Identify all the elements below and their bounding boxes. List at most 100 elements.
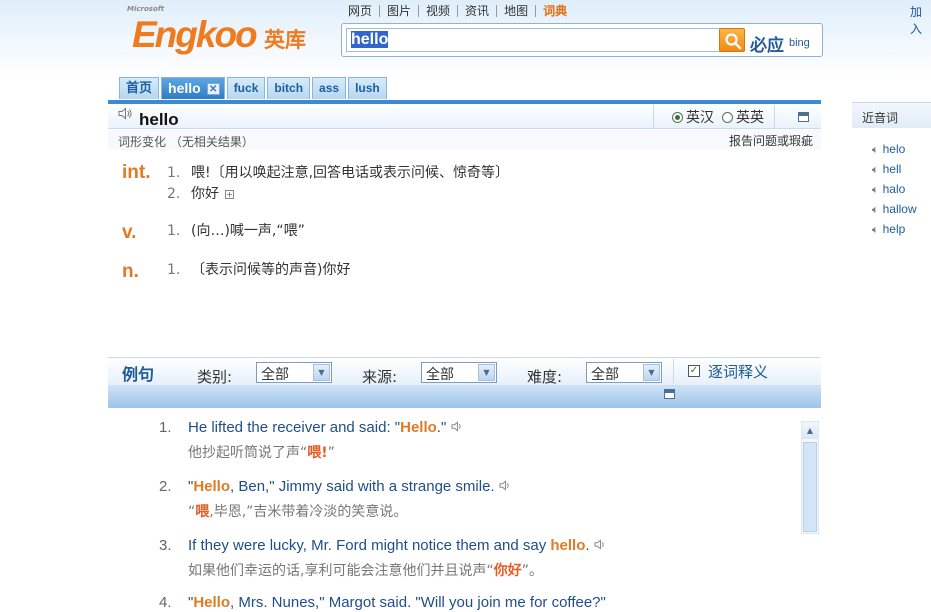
speaker-icon[interactable]: 🔈︎ [872,144,879,157]
similar-word-label[interactable]: halo [883,182,906,196]
speaker-icon[interactable]: 🔈︎ [872,184,879,197]
sense-text: 你好 [191,186,219,202]
radio-en-en[interactable] [722,111,733,123]
sentence-number: 2. [159,478,172,495]
nav-web[interactable]: 网页 [348,5,379,17]
sense-row: 1. 喂!〔用以唤起注意,回答电话或表示问候、惊奇等〕 [167,162,509,182]
sense-text: 〔表示问候等的声音)你好 [191,262,351,278]
nav-dictionary[interactable]: 词典 [535,5,574,17]
radio-en-en-label[interactable]: 英英 [736,107,764,127]
collapse-icon[interactable] [664,389,675,399]
similar-word-label[interactable]: help [883,222,906,236]
tab-history-4[interactable]: lush [348,77,387,99]
similar-word-label[interactable]: helo [883,142,906,156]
word-by-word-toggle[interactable]: ✓ 逐词释义 [673,359,768,383]
tab-history-1[interactable]: fuck [226,77,266,99]
pos-noun: n. [122,261,139,282]
examples-scrollbar[interactable]: ▲ [801,421,819,534]
nav-video[interactable]: 视频 [418,5,457,17]
sentence-text: ” [327,445,335,461]
chevron-down-icon[interactable]: ▼ [313,364,330,381]
sentence-highlight: 你好 [493,563,522,579]
dictionary-mode-selector: 英汉 英英 [653,105,775,129]
similar-word-label[interactable]: hell [883,162,902,176]
sentence-text: , Ben," Jimmy said with a strange smile. [230,478,495,495]
sentence-text: 他抄起听筒说了声“ [188,445,308,461]
filter-difficulty-value: 全部 [591,367,619,383]
sentence-cn: “喂,毕恩,”吉米带着冷淡的笑意说。 [188,501,407,521]
microsoft-label: Microsoft [127,5,165,13]
report-link[interactable]: 报告问题或瑕疵 [729,132,813,149]
pos-interjection: int. [122,162,151,183]
tab-hello-label: hello [168,80,201,96]
radio-en-cn[interactable] [672,111,683,123]
top-nav: 网页 图片 视频 资讯 地图 词典 [348,5,574,17]
scrollbar-thumb[interactable] [803,442,817,532]
tab-home[interactable]: 首页 [119,77,160,99]
word-bar: hello 英汉 英英 [108,104,821,129]
sentence-text: 如果他们幸运的话,享利可能会注意他们并且说声“ [188,563,494,579]
sentence-text: ”。 [521,563,543,579]
filter-source-value: 全部 [426,367,454,383]
sentence-text: ,毕恩,”吉米带着冷淡的笑意说。 [209,504,408,520]
example-sentence: 3. If they were lucky, Mr. Ford might not… [159,537,606,579]
search-input[interactable]: hello [346,28,721,52]
similar-word-label[interactable]: hallow [883,202,917,216]
radio-en-cn-label[interactable]: 英汉 [686,107,714,127]
sense-number: 1. [167,165,181,181]
search-input-selected-text: hello [351,31,389,48]
sentence-en: "Hello, Ben," Jimmy said with a strange … [188,478,495,495]
checkbox[interactable]: ✓ [688,365,700,377]
sentence-cn: 他抄起听筒说了声“喂!” [188,442,335,462]
similar-word-item[interactable]: 🔈︎ hell [872,162,901,177]
speaker-icon[interactable] [594,539,606,553]
expand-icon[interactable]: + [225,190,234,199]
similar-word-item[interactable]: 🔈︎ helo [872,142,905,157]
similar-sounding-panel: 近音词 🔈︎ helo 🔈︎ hell 🔈︎ halo 🔈︎ hallow 🔈︎ help [852,102,931,236]
engkoo-logo-cn[interactable]: 英库 [264,24,306,54]
search-icon [725,33,742,50]
speaker-icon[interactable]: 🔈︎ [872,224,879,237]
sense-row: 2. 你好 + [167,183,234,203]
speaker-icon[interactable] [118,107,132,123]
filter-category-label: 类别: [197,368,233,386]
sentence-highlight: Hello [193,478,231,495]
sense-number: 2. [167,186,181,202]
tab-hello[interactable]: hello ✕ [161,77,225,99]
speaker-icon[interactable]: 🔈︎ [872,164,879,177]
chevron-down-icon[interactable]: ▼ [643,364,660,381]
tab-history-3[interactable]: ass [312,77,347,99]
scroll-up-icon[interactable]: ▲ [802,422,818,439]
pos-verb: v. [122,222,137,243]
similar-word-item[interactable]: 🔈︎ halo [872,182,905,197]
filter-category-select[interactable]: 全部 ▼ [256,362,332,383]
headword: hello [139,110,179,129]
filter-difficulty-select[interactable]: 全部 ▼ [586,362,662,383]
speaker-icon[interactable]: 🔈︎ [872,204,879,217]
sentence-text: If they were lucky, Mr. Ford might notic… [188,537,551,554]
similar-word-item[interactable]: 🔈︎ hallow [872,202,917,217]
search-button[interactable] [719,28,745,52]
nav-images[interactable]: 图片 [379,5,418,17]
engkoo-logo[interactable]: Engkoo [132,14,258,56]
examples-collapse-bar [108,385,821,408]
nav-news[interactable]: 资讯 [457,5,496,17]
speaker-icon[interactable] [451,421,463,435]
sentence-cn: 如果他们幸运的话,享利可能会注意他们并且说声“你好”。 [188,560,543,580]
sentence-highlight: 喂! [307,445,328,461]
filter-source-select[interactable]: 全部 ▼ [421,362,497,383]
chevron-down-icon[interactable]: ▼ [478,364,495,381]
sentence-highlight: hello [550,537,586,554]
tab-history-2[interactable]: bitch [267,77,311,99]
examples-toolbar: 例句 类别: 全部 ▼ 来源: 全部 ▼ 难度: 全部 ▼ ✓ 逐词释义 [108,357,821,386]
example-sentence: 1. He lifted the receiver and said: "Hell… [159,419,463,461]
close-icon[interactable]: ✕ [206,83,220,95]
speaker-icon[interactable] [499,480,511,494]
sense-row: 1. 〔表示问候等的声音)你好 [167,259,350,279]
collapse-icon[interactable] [798,112,809,122]
similar-word-item[interactable]: 🔈︎ help [872,222,905,237]
join-link[interactable]: 加入 [910,3,931,37]
word-by-word-label[interactable]: 逐词释义 [708,361,768,382]
nav-maps[interactable]: 地图 [496,5,535,17]
sentence-number: 1. [159,419,172,436]
